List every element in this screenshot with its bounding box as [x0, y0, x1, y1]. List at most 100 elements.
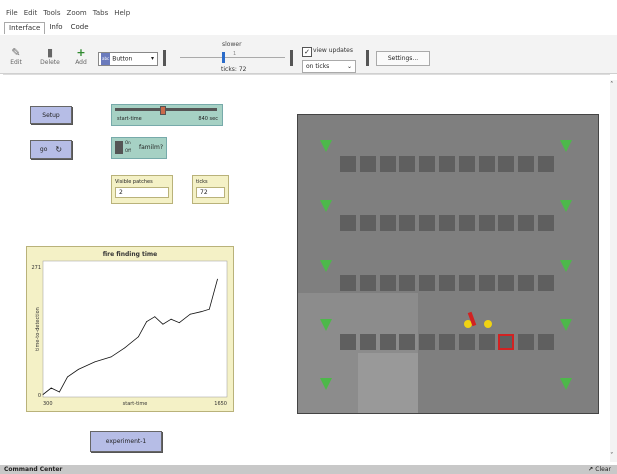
- plot-point: [94, 361, 96, 363]
- command-center-label: Command Center: [4, 466, 63, 473]
- go-button[interactable]: go ↻: [30, 140, 72, 159]
- plot-svg: fire finding time 271 0 300 1650 start-t…: [31, 251, 228, 407]
- dark-patch: [340, 215, 356, 231]
- dark-patch: [458, 156, 475, 172]
- update-mode-select[interactable]: on ticks ⌄: [302, 60, 356, 73]
- widget-type-label: Button: [112, 55, 133, 63]
- dark-patch: [359, 156, 376, 172]
- visible-patches-monitor: Visible patches 2: [111, 175, 173, 204]
- switch-toggle[interactable]: [115, 141, 123, 154]
- menu-zoom[interactable]: Zoom: [67, 9, 87, 17]
- dark-patch: [340, 156, 356, 172]
- green-arrow-turtle: [560, 260, 572, 272]
- plot-point: [42, 394, 44, 395]
- tab-interface[interactable]: Interface: [4, 22, 46, 34]
- add-button[interactable]: + Add: [73, 47, 89, 67]
- dark-patch: [538, 275, 554, 291]
- view-updates-checkbox[interactable]: ✓: [302, 47, 312, 57]
- speed-slider-thumb[interactable]: [222, 52, 225, 63]
- menu-tools[interactable]: Tools: [43, 9, 60, 17]
- dark-patch: [518, 156, 535, 172]
- trash-icon: ▮: [46, 46, 54, 59]
- speed-slider-track[interactable]: [180, 57, 285, 58]
- dark-patch: [518, 275, 535, 291]
- menu-bar: File Edit Tools Zoom Tabs Help: [0, 0, 617, 20]
- separator: [366, 50, 369, 66]
- dark-patch: [518, 334, 535, 350]
- dark-patch: [359, 275, 376, 291]
- familm-switch[interactable]: On Off familm?: [111, 137, 167, 159]
- dark-patch: [399, 275, 416, 291]
- delete-button[interactable]: ▮ Delete: [38, 46, 62, 67]
- patch-light: [358, 353, 418, 413]
- dark-patch: [419, 275, 436, 291]
- plot-point: [162, 323, 164, 325]
- settings-button[interactable]: Settings...: [376, 51, 430, 66]
- dark-patch: [399, 215, 416, 231]
- setup-label: Setup: [42, 111, 60, 119]
- green-arrow-turtle: [320, 260, 332, 272]
- switch-on-label: On: [125, 140, 131, 145]
- separator: [290, 50, 293, 66]
- widget-type-select[interactable]: abc Button ▾: [98, 52, 158, 66]
- dark-patch: [439, 215, 455, 231]
- chevron-down-icon: ▾: [150, 55, 154, 62]
- green-arrow-turtle: [320, 378, 332, 390]
- setup-button[interactable]: Setup: [30, 106, 72, 124]
- vertical-scrollbar[interactable]: [610, 80, 617, 462]
- edit-button[interactable]: ✎ Edit: [8, 47, 24, 67]
- add-label: Add: [75, 59, 87, 66]
- slider-track: [115, 108, 217, 111]
- green-arrow-turtle: [320, 200, 332, 212]
- monitor-value: 2: [115, 187, 169, 198]
- slider-value: 840 sec: [198, 116, 218, 122]
- menu-help[interactable]: Help: [114, 9, 130, 17]
- dark-patch: [439, 275, 455, 291]
- plot-point: [124, 347, 126, 349]
- fire-finding-time-plot: fire finding time 271 0 300 1650 start-t…: [26, 246, 234, 412]
- plot-point: [208, 308, 210, 310]
- start-time-slider[interactable]: start-time 840 sec: [111, 104, 223, 126]
- green-arrow-turtle: [560, 140, 572, 152]
- plot-point: [50, 387, 52, 389]
- plot-point: [67, 376, 68, 378]
- dark-patch: [359, 334, 376, 350]
- switch-off-label: Off: [125, 148, 131, 153]
- menu-edit[interactable]: Edit: [24, 9, 38, 17]
- dark-patch: [518, 215, 535, 231]
- view-updates-label: view updates: [313, 47, 353, 54]
- dark-patch: [419, 334, 436, 350]
- slider-thumb[interactable]: [160, 106, 166, 115]
- turtle-yellow: [484, 320, 492, 328]
- button-widget-icon: abc: [101, 53, 111, 65]
- dark-patch: [379, 334, 396, 350]
- scroll-down-icon[interactable]: ˇ: [610, 452, 614, 460]
- y-axis-label: time-to-detection: [35, 307, 41, 351]
- menu-file[interactable]: File: [6, 9, 18, 17]
- scroll-up-icon[interactable]: ˆ: [610, 81, 614, 89]
- plot-point: [200, 311, 202, 313]
- dark-patch: [478, 156, 495, 172]
- menu-tabs[interactable]: Tabs: [93, 9, 109, 17]
- edit-label: Edit: [10, 59, 22, 66]
- plot-point: [138, 336, 139, 338]
- speed-tick-mark: 1: [233, 51, 237, 57]
- update-mode-label: on ticks: [306, 63, 330, 70]
- experiment-1-button[interactable]: experiment-1: [90, 431, 162, 452]
- dark-patch: [379, 215, 396, 231]
- monitor-value: 72: [196, 187, 225, 198]
- dark-patch: [379, 156, 396, 172]
- expand-icon[interactable]: ↗: [588, 465, 593, 474]
- command-center-bar[interactable]: Command Center ↗ Clear: [0, 465, 617, 474]
- forever-loop-icon: ↻: [55, 145, 63, 154]
- tab-info[interactable]: Info: [45, 22, 66, 34]
- clear-button[interactable]: Clear: [595, 465, 611, 474]
- dark-patch: [399, 156, 416, 172]
- delete-label: Delete: [40, 59, 60, 66]
- dark-patch: [439, 156, 455, 172]
- world-view[interactable]: [297, 114, 599, 414]
- target-patch-highlight: [498, 334, 514, 350]
- tab-code[interactable]: Code: [67, 22, 93, 34]
- y-max-tick: 271: [31, 265, 41, 271]
- plot-point: [78, 369, 79, 370]
